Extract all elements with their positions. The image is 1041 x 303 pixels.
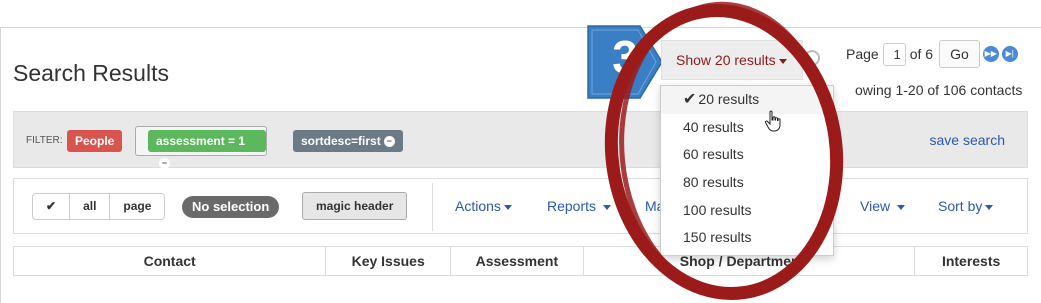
caret-down-icon bbox=[602, 204, 611, 210]
dropdown-option-label: 20 results bbox=[698, 91, 760, 107]
last-page-icon[interactable]: ▶| bbox=[1001, 46, 1018, 62]
dropdown-option[interactable]: 60 results bbox=[661, 141, 833, 169]
show-results-label: Show 20 results bbox=[676, 52, 776, 68]
table-header: Contact Key Issues Assessment Shop / Dep… bbox=[13, 246, 1028, 276]
action-bar: ✔ all page No selection magic header Act… bbox=[13, 178, 1028, 234]
column-header-key-issues[interactable]: Key Issues bbox=[326, 247, 452, 275]
dropdown-option[interactable]: 40 results bbox=[661, 114, 833, 142]
results-count: owing 1-20 of 106 contacts bbox=[855, 82, 1023, 98]
remove-icon[interactable]: − bbox=[159, 158, 170, 170]
dropdown-option[interactable]: 80 results bbox=[661, 169, 833, 197]
filter-tag-assessment-wrapper: assessment = 1 − bbox=[135, 126, 267, 170]
next-page-icon[interactable]: ▶▶ bbox=[982, 46, 999, 62]
caret-down-icon bbox=[778, 58, 787, 64]
caret-down-icon bbox=[503, 204, 512, 210]
magic-header-button[interactable]: magic header bbox=[302, 192, 408, 220]
select-page-button[interactable]: page bbox=[110, 194, 164, 219]
reports-menu[interactable]: Reports bbox=[547, 198, 611, 214]
page-number-input[interactable]: 1 bbox=[882, 42, 906, 66]
check-icon: ✔ bbox=[683, 91, 697, 108]
filter-tag-people[interactable]: People bbox=[67, 130, 123, 152]
column-header-assessment[interactable]: Assessment bbox=[451, 247, 584, 275]
dropdown-option[interactable]: ✔ 20 results bbox=[661, 86, 833, 114]
no-selection-badge: No selection bbox=[182, 196, 280, 218]
filter-tag-label: People bbox=[75, 134, 115, 148]
caret-down-icon bbox=[985, 204, 994, 210]
actions-label: Actions bbox=[455, 198, 501, 214]
show-results-dropdown[interactable]: Show 20 results bbox=[661, 40, 803, 80]
hand-cursor-icon bbox=[764, 110, 781, 132]
filter-label: FILTER: bbox=[26, 135, 63, 146]
dropdown-option[interactable]: 150 results bbox=[661, 224, 833, 252]
results-per-page-dropdown: ✔ 20 results 40 results 60 results 80 res… bbox=[660, 85, 834, 256]
step-number: 3 bbox=[612, 31, 638, 83]
filter-bar: FILTER: People assessment = 1 − sortdesc=… bbox=[13, 111, 1028, 170]
page-count: of 6 bbox=[909, 46, 934, 62]
divider bbox=[432, 183, 433, 231]
filter-tag-assessment[interactable]: assessment = 1 − bbox=[148, 130, 266, 170]
refresh-icon[interactable] bbox=[804, 50, 820, 66]
view-menu[interactable]: View bbox=[860, 198, 905, 214]
go-button[interactable]: Go bbox=[939, 40, 980, 68]
column-header-interests[interactable]: Interests bbox=[915, 247, 1027, 275]
dropdown-option[interactable]: 100 results bbox=[661, 197, 833, 225]
column-header-contact[interactable]: Contact bbox=[14, 247, 327, 275]
save-search-link[interactable]: save search bbox=[930, 132, 1005, 148]
view-label: View bbox=[860, 198, 891, 214]
reports-label: Reports bbox=[547, 198, 597, 214]
check-icon[interactable]: ✔ bbox=[33, 194, 71, 219]
sort-by-menu[interactable]: Sort by bbox=[938, 198, 994, 214]
filter-tag-label: assessment = 1 bbox=[156, 134, 246, 148]
select-all-button[interactable]: all bbox=[70, 194, 111, 219]
sort-by-label: Sort by bbox=[938, 198, 983, 214]
page-label: Page bbox=[846, 46, 879, 62]
remove-icon[interactable]: − bbox=[383, 136, 395, 148]
caret-down-icon bbox=[896, 204, 905, 210]
page-title: Search Results bbox=[13, 60, 169, 86]
filter-tag-sort[interactable]: sortdesc=first − bbox=[293, 130, 403, 152]
selection-toggle-group: ✔ all page bbox=[32, 193, 166, 220]
actions-menu[interactable]: Actions bbox=[455, 198, 512, 214]
pagination: Page 1 of 6 Go ▶▶ ▶| bbox=[846, 40, 1018, 68]
filter-tag-label: sortdesc=first bbox=[301, 134, 381, 148]
